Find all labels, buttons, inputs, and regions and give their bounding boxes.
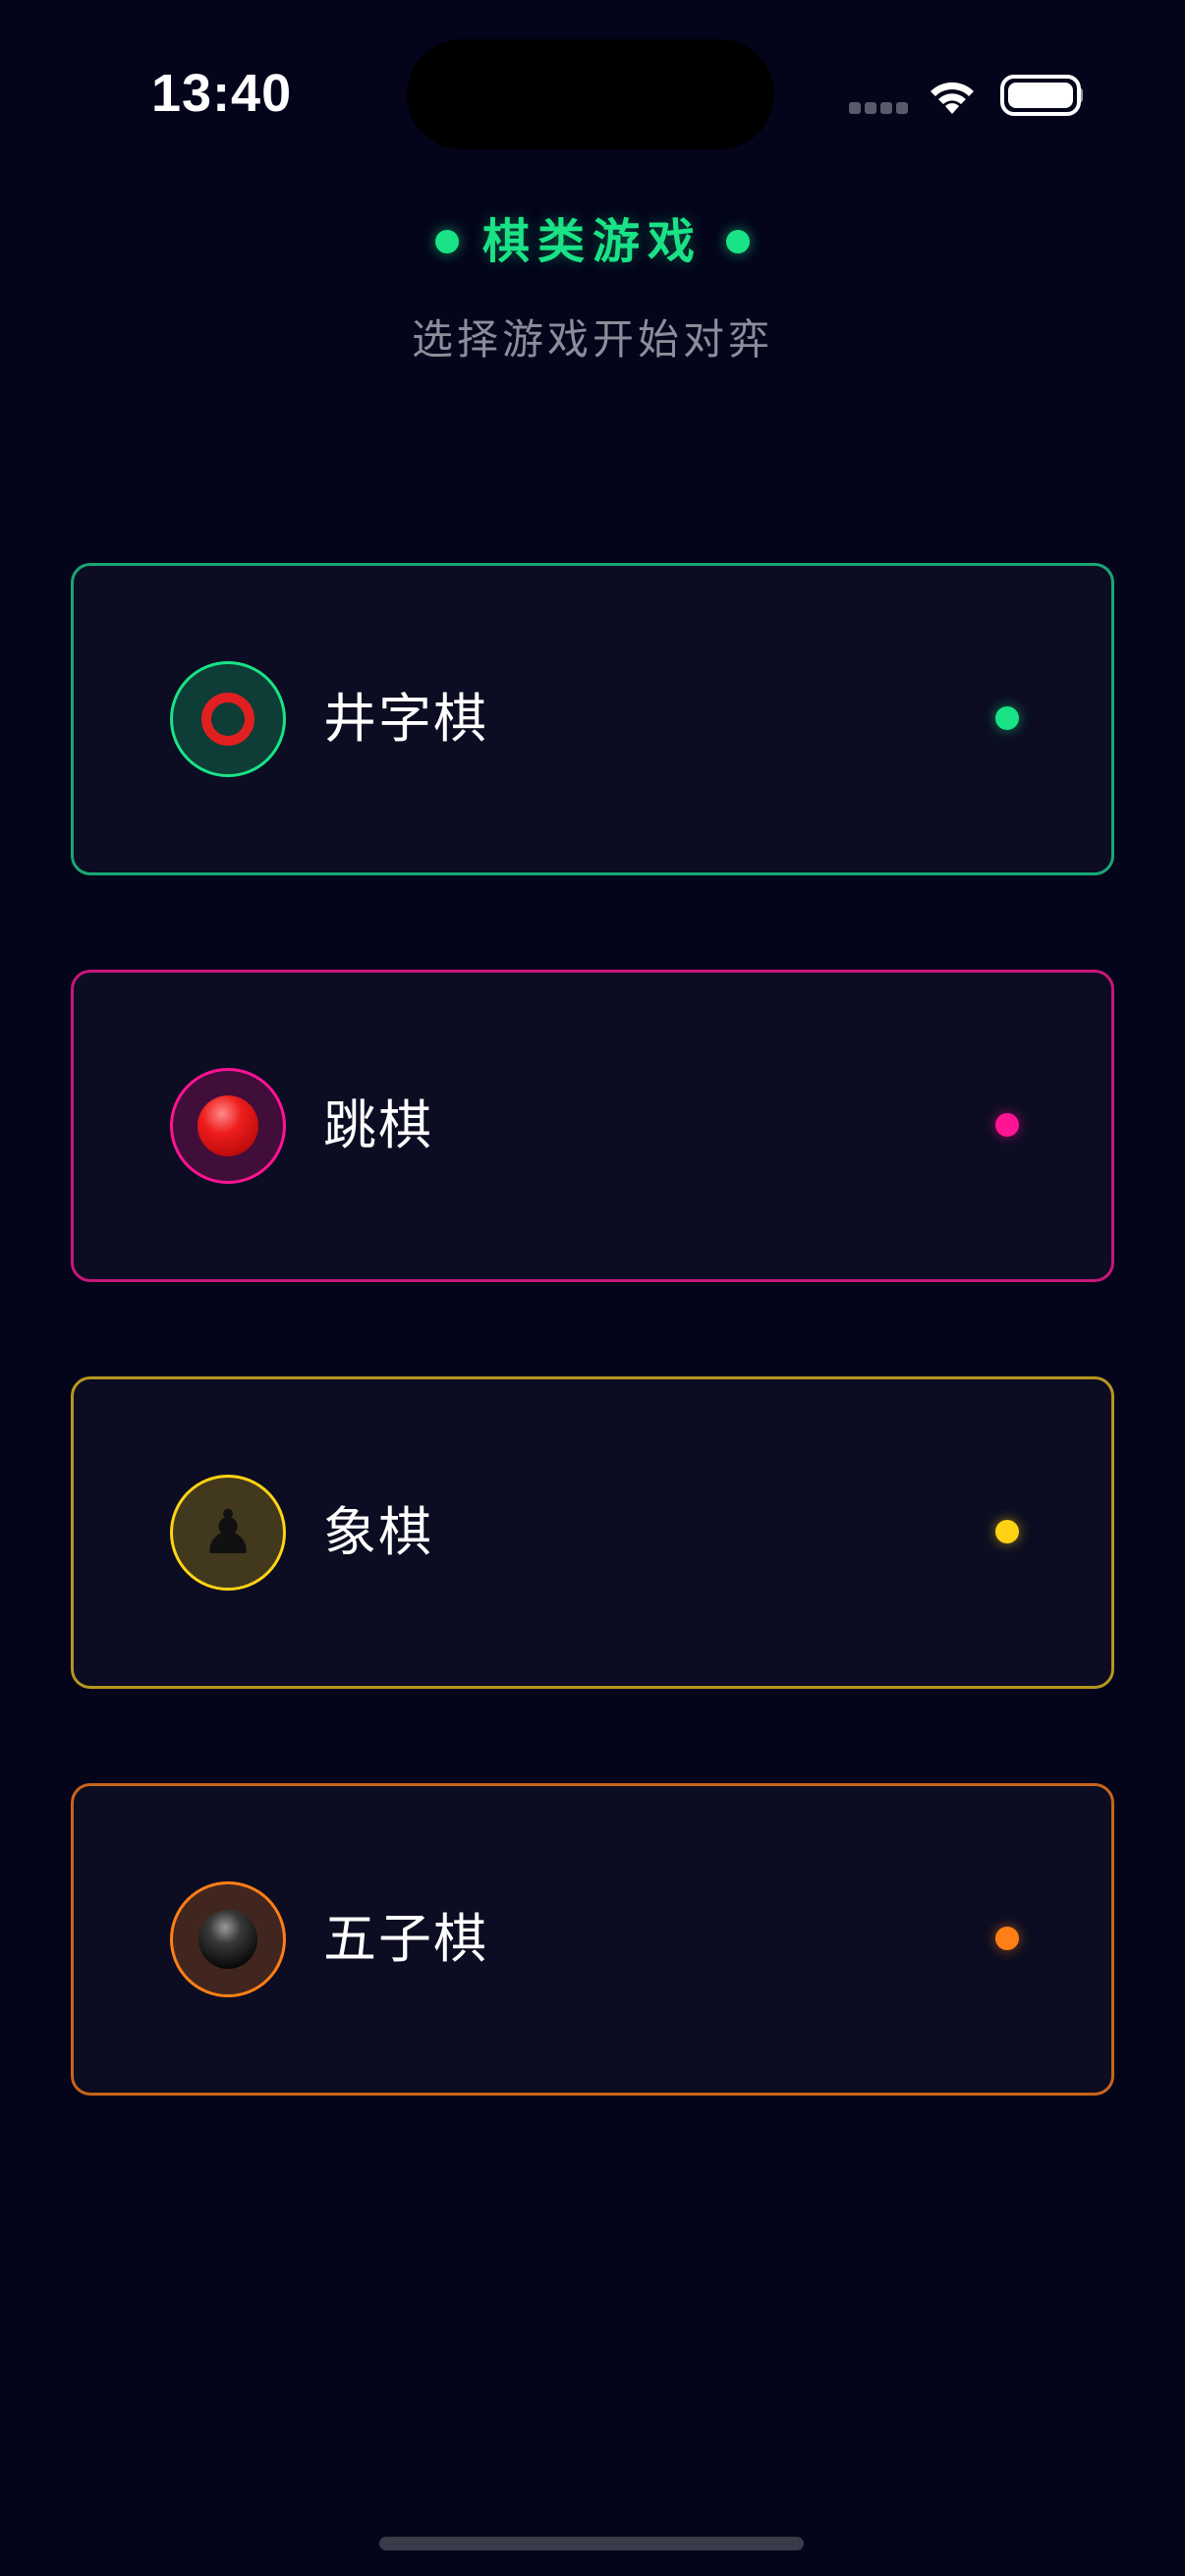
game-card-chinese-chess[interactable]: ♟ 象棋 — [71, 1376, 1114, 1689]
game-icon-badge — [170, 1068, 286, 1184]
game-label: 五子棋 — [323, 1908, 488, 1970]
status-dot — [995, 1520, 1019, 1543]
battery-icon — [1000, 75, 1081, 116]
page-title: 棋类游戏 — [481, 214, 703, 269]
page-header: 棋类游戏 — [0, 206, 1185, 277]
battery-cap — [1077, 87, 1083, 103]
game-icon-badge: ♟ — [170, 1475, 286, 1591]
page-subtitle: 选择游戏开始对弈 — [411, 315, 773, 364]
dynamic-island — [407, 39, 774, 149]
chess-pawn-icon: ♟ — [200, 1496, 255, 1568]
game-card-checkers[interactable]: 跳棋 — [71, 970, 1114, 1282]
game-icon-badge — [170, 1881, 286, 1997]
red-ring-icon — [201, 693, 254, 746]
red-ball-icon — [198, 1095, 258, 1156]
status-dot — [995, 706, 1019, 730]
game-icon-badge — [170, 661, 286, 777]
title-dot-left — [434, 230, 459, 253]
status-dot — [995, 1113, 1019, 1137]
wifi-icon — [931, 82, 974, 114]
cellular-signal-icon — [849, 102, 908, 114]
status-dot — [995, 1927, 1019, 1950]
game-label: 井字棋 — [323, 688, 488, 750]
black-stone-icon — [198, 1910, 257, 1969]
home-indicator[interactable] — [379, 2537, 804, 2550]
game-label: 跳棋 — [323, 1094, 433, 1156]
game-label: 象棋 — [323, 1501, 433, 1563]
game-card-tic-tac-toe[interactable]: 井字棋 — [71, 563, 1114, 875]
title-dot-right — [726, 230, 750, 253]
game-card-gomoku[interactable]: 五子棋 — [71, 1783, 1114, 2096]
status-time: 13:40 — [151, 64, 293, 123]
